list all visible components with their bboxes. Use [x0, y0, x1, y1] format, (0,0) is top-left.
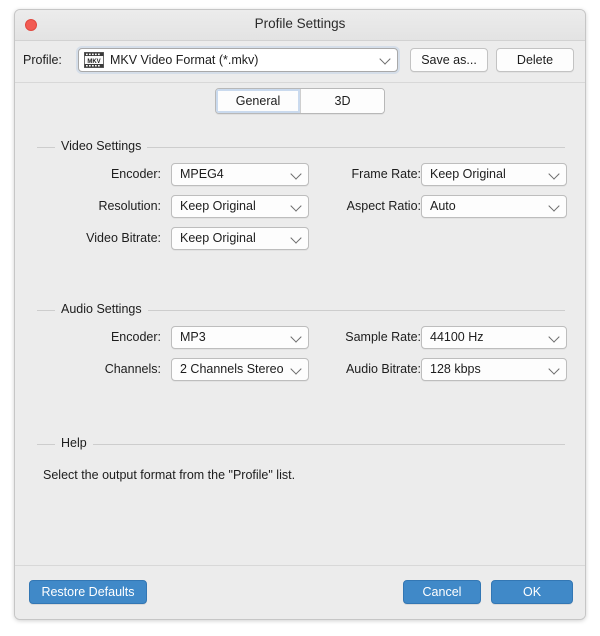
help-text: Select the output format from the "Profi… [43, 468, 295, 482]
audio-bitrate-dropdown[interactable]: 128 kbps [421, 358, 567, 381]
chevron-down-icon [290, 200, 301, 211]
audio-encoder-label: Encoder: [111, 330, 161, 344]
mkv-film-icon: MKV [84, 52, 104, 68]
chevron-down-icon [548, 363, 559, 374]
video-settings-title: Video Settings [55, 139, 147, 153]
video-bitrate-label: Video Bitrate: [86, 231, 161, 245]
video-encoder-dropdown[interactable]: MPEG4 [171, 163, 309, 186]
cancel-button[interactable]: Cancel [403, 580, 481, 604]
audio-bitrate-label: Audio Bitrate: [346, 362, 421, 376]
aspect-ratio-value: Auto [430, 199, 456, 213]
profile-dropdown[interactable]: MKV MKV Video Format (*.mkv) [78, 48, 398, 72]
chevron-down-icon [548, 200, 559, 211]
sample-rate-dropdown[interactable]: 44100 Hz [421, 326, 567, 349]
tab-3d[interactable]: 3D [300, 89, 384, 113]
help-title: Help [55, 436, 93, 450]
chevron-down-icon [548, 331, 559, 342]
profile-value: MKV Video Format (*.mkv) [110, 53, 258, 67]
frame-rate-value: Keep Original [430, 167, 506, 181]
ok-button[interactable]: OK [491, 580, 573, 604]
chevron-down-icon [290, 168, 301, 179]
group-divider [37, 444, 565, 445]
chevron-down-icon [379, 53, 390, 64]
audio-settings-title: Audio Settings [55, 302, 148, 316]
title-bar: Profile Settings [15, 10, 585, 41]
tab-bar: General 3D [215, 88, 385, 114]
video-bitrate-value: Keep Original [180, 231, 256, 245]
video-encoder-value: MPEG4 [180, 167, 224, 181]
profile-row: Profile: MKV [15, 41, 585, 83]
sample-rate-label: Sample Rate: [345, 330, 421, 344]
video-resolution-dropdown[interactable]: Keep Original [171, 195, 309, 218]
footer-bar: Restore Defaults Cancel OK [15, 565, 585, 619]
save-as-button[interactable]: Save as... [410, 48, 488, 72]
audio-encoder-value: MP3 [180, 330, 206, 344]
frame-rate-label: Frame Rate: [352, 167, 421, 181]
video-resolution-label: Resolution: [98, 199, 161, 213]
frame-rate-dropdown[interactable]: Keep Original [421, 163, 567, 186]
video-resolution-value: Keep Original [180, 199, 256, 213]
chevron-down-icon [548, 168, 559, 179]
chevron-down-icon [290, 363, 301, 374]
delete-button[interactable]: Delete [496, 48, 574, 72]
profile-settings-dialog: Profile Settings Profile: [14, 9, 586, 620]
svg-text:MKV: MKV [87, 59, 100, 65]
sample-rate-value: 44100 Hz [430, 330, 484, 344]
chevron-down-icon [290, 331, 301, 342]
aspect-ratio-dropdown[interactable]: Auto [421, 195, 567, 218]
audio-channels-value: 2 Channels Stereo [180, 362, 284, 376]
video-bitrate-dropdown[interactable]: Keep Original [171, 227, 309, 250]
restore-defaults-button[interactable]: Restore Defaults [29, 580, 147, 604]
audio-bitrate-value: 128 kbps [430, 362, 481, 376]
audio-encoder-dropdown[interactable]: MP3 [171, 326, 309, 349]
chevron-down-icon [290, 232, 301, 243]
aspect-ratio-label: Aspect Ratio: [347, 199, 421, 213]
video-encoder-label: Encoder: [111, 167, 161, 181]
window-title: Profile Settings [15, 16, 585, 31]
tab-general[interactable]: General [216, 89, 300, 113]
profile-label: Profile: [23, 53, 62, 67]
audio-channels-dropdown[interactable]: 2 Channels Stereo [171, 358, 309, 381]
audio-channels-label: Channels: [105, 362, 161, 376]
